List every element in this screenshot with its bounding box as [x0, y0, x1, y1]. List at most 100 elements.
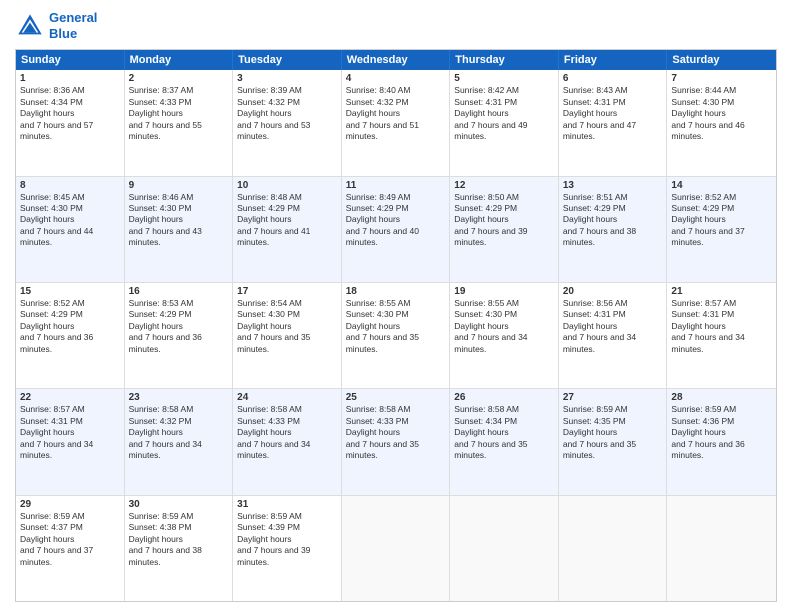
daylight-label: Daylight hours — [563, 321, 663, 332]
sunset-line: Sunset: 4:37 PM — [20, 522, 120, 533]
day-number: 6 — [563, 73, 663, 84]
daylight-hours: and 7 hours and 39 minutes. — [237, 545, 337, 568]
day-number: 1 — [20, 73, 120, 84]
sunset-line: Sunset: 4:39 PM — [237, 522, 337, 533]
daylight-label: Daylight hours — [129, 214, 229, 225]
header-wednesday: Wednesday — [342, 50, 451, 70]
daylight-hours: and 7 hours and 40 minutes. — [346, 226, 446, 249]
day-number: 28 — [671, 392, 772, 403]
daylight-label: Daylight hours — [129, 427, 229, 438]
daylight-label: Daylight hours — [454, 214, 554, 225]
daylight-hours: and 7 hours and 36 minutes. — [20, 332, 120, 355]
cal-cell-r1-c6: 14 Sunrise: 8:52 AM Sunset: 4:29 PM Dayl… — [667, 177, 776, 282]
sunset-line: Sunset: 4:32 PM — [346, 97, 446, 108]
sunrise-line: Sunrise: 8:52 AM — [671, 192, 772, 203]
sunrise-line: Sunrise: 8:59 AM — [20, 511, 120, 522]
daylight-label: Daylight hours — [563, 427, 663, 438]
daylight-hours: and 7 hours and 36 minutes. — [671, 439, 772, 462]
sunset-line: Sunset: 4:31 PM — [563, 309, 663, 320]
daylight-label: Daylight hours — [563, 214, 663, 225]
daylight-hours: and 7 hours and 34 minutes. — [454, 332, 554, 355]
cal-cell-r2-c3: 18 Sunrise: 8:55 AM Sunset: 4:30 PM Dayl… — [342, 283, 451, 388]
daylight-hours: and 7 hours and 38 minutes. — [129, 545, 229, 568]
day-number: 14 — [671, 180, 772, 191]
daylight-label: Daylight hours — [129, 321, 229, 332]
daylight-hours: and 7 hours and 34 minutes. — [20, 439, 120, 462]
daylight-hours: and 7 hours and 35 minutes. — [237, 332, 337, 355]
sunrise-line: Sunrise: 8:45 AM — [20, 192, 120, 203]
daylight-hours: and 7 hours and 35 minutes. — [454, 439, 554, 462]
cal-cell-r3-c6: 28 Sunrise: 8:59 AM Sunset: 4:36 PM Dayl… — [667, 389, 776, 494]
sunrise-line: Sunrise: 8:54 AM — [237, 298, 337, 309]
cal-cell-r1-c5: 13 Sunrise: 8:51 AM Sunset: 4:29 PM Dayl… — [559, 177, 668, 282]
daylight-label: Daylight hours — [454, 108, 554, 119]
cal-cell-r0-c2: 3 Sunrise: 8:39 AM Sunset: 4:32 PM Dayli… — [233, 70, 342, 175]
daylight-label: Daylight hours — [346, 321, 446, 332]
cal-cell-r3-c2: 24 Sunrise: 8:58 AM Sunset: 4:33 PM Dayl… — [233, 389, 342, 494]
sunset-line: Sunset: 4:30 PM — [129, 203, 229, 214]
day-number: 21 — [671, 286, 772, 297]
daylight-label: Daylight hours — [671, 321, 772, 332]
daylight-label: Daylight hours — [20, 427, 120, 438]
cal-cell-r3-c5: 27 Sunrise: 8:59 AM Sunset: 4:35 PM Dayl… — [559, 389, 668, 494]
day-number: 8 — [20, 180, 120, 191]
sunrise-line: Sunrise: 8:51 AM — [563, 192, 663, 203]
sunset-line: Sunset: 4:29 PM — [20, 309, 120, 320]
day-number: 13 — [563, 180, 663, 191]
daylight-label: Daylight hours — [237, 427, 337, 438]
daylight-hours: and 7 hours and 34 minutes. — [237, 439, 337, 462]
calendar-row-3: 15 Sunrise: 8:52 AM Sunset: 4:29 PM Dayl… — [16, 283, 776, 389]
cal-cell-r2-c2: 17 Sunrise: 8:54 AM Sunset: 4:30 PM Dayl… — [233, 283, 342, 388]
cal-cell-r1-c1: 9 Sunrise: 8:46 AM Sunset: 4:30 PM Dayli… — [125, 177, 234, 282]
day-number: 18 — [346, 286, 446, 297]
daylight-label: Daylight hours — [454, 321, 554, 332]
sunset-line: Sunset: 4:33 PM — [346, 416, 446, 427]
sunrise-line: Sunrise: 8:39 AM — [237, 85, 337, 96]
cal-cell-r4-c2: 31 Sunrise: 8:59 AM Sunset: 4:39 PM Dayl… — [233, 496, 342, 601]
sunrise-line: Sunrise: 8:55 AM — [454, 298, 554, 309]
sunset-line: Sunset: 4:30 PM — [237, 309, 337, 320]
sunrise-line: Sunrise: 8:58 AM — [346, 404, 446, 415]
cal-cell-r1-c2: 10 Sunrise: 8:48 AM Sunset: 4:29 PM Dayl… — [233, 177, 342, 282]
daylight-hours: and 7 hours and 36 minutes. — [129, 332, 229, 355]
sunrise-line: Sunrise: 8:40 AM — [346, 85, 446, 96]
sunrise-line: Sunrise: 8:48 AM — [237, 192, 337, 203]
cal-cell-r2-c1: 16 Sunrise: 8:53 AM Sunset: 4:29 PM Dayl… — [125, 283, 234, 388]
daylight-label: Daylight hours — [129, 108, 229, 119]
daylight-label: Daylight hours — [563, 108, 663, 119]
day-number: 15 — [20, 286, 120, 297]
calendar-row-2: 8 Sunrise: 8:45 AM Sunset: 4:30 PM Dayli… — [16, 177, 776, 283]
cal-cell-r0-c5: 6 Sunrise: 8:43 AM Sunset: 4:31 PM Dayli… — [559, 70, 668, 175]
sunset-line: Sunset: 4:35 PM — [563, 416, 663, 427]
day-number: 7 — [671, 73, 772, 84]
daylight-label: Daylight hours — [20, 108, 120, 119]
cal-cell-r2-c0: 15 Sunrise: 8:52 AM Sunset: 4:29 PM Dayl… — [16, 283, 125, 388]
sunrise-line: Sunrise: 8:59 AM — [563, 404, 663, 415]
cal-cell-r4-c3 — [342, 496, 451, 601]
daylight-hours: and 7 hours and 38 minutes. — [563, 226, 663, 249]
sunrise-line: Sunrise: 8:57 AM — [20, 404, 120, 415]
day-number: 16 — [129, 286, 229, 297]
header-thursday: Thursday — [450, 50, 559, 70]
daylight-hours: and 7 hours and 44 minutes. — [20, 226, 120, 249]
day-number: 10 — [237, 180, 337, 191]
header-monday: Monday — [125, 50, 234, 70]
daylight-label: Daylight hours — [237, 214, 337, 225]
sunset-line: Sunset: 4:29 PM — [346, 203, 446, 214]
daylight-label: Daylight hours — [237, 108, 337, 119]
daylight-hours: and 7 hours and 35 minutes. — [346, 439, 446, 462]
daylight-label: Daylight hours — [129, 534, 229, 545]
logo-blue-text: Blue — [49, 26, 77, 41]
sunset-line: Sunset: 4:31 PM — [454, 97, 554, 108]
daylight-label: Daylight hours — [671, 214, 772, 225]
sunset-line: Sunset: 4:30 PM — [454, 309, 554, 320]
calendar-row-1: 1 Sunrise: 8:36 AM Sunset: 4:34 PM Dayli… — [16, 70, 776, 176]
sunrise-line: Sunrise: 8:56 AM — [563, 298, 663, 309]
sunset-line: Sunset: 4:29 PM — [563, 203, 663, 214]
day-number: 27 — [563, 392, 663, 403]
calendar-row-4: 22 Sunrise: 8:57 AM Sunset: 4:31 PM Dayl… — [16, 389, 776, 495]
sunrise-line: Sunrise: 8:53 AM — [129, 298, 229, 309]
sunrise-line: Sunrise: 8:46 AM — [129, 192, 229, 203]
sunrise-line: Sunrise: 8:49 AM — [346, 192, 446, 203]
cal-cell-r0-c1: 2 Sunrise: 8:37 AM Sunset: 4:33 PM Dayli… — [125, 70, 234, 175]
